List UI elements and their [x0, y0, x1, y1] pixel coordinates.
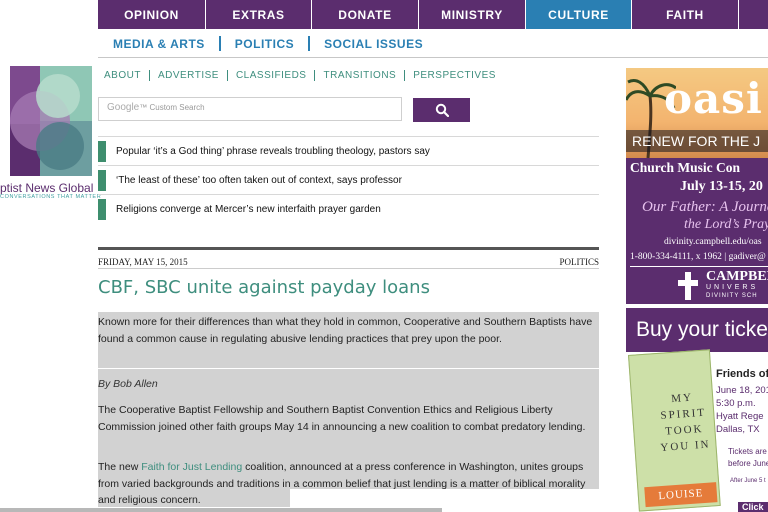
- book-cover-image: MY SPIRIT TOOK YOU IN LOUISE TROH: [628, 349, 721, 512]
- article-byline: By Bob Allen: [98, 378, 158, 390]
- nav-tab-faith[interactable]: FAITH: [632, 0, 739, 29]
- nav-tab-donate[interactable]: DONATE: [312, 0, 419, 29]
- headline-marker: [98, 170, 106, 191]
- headline-link[interactable]: Popular ‘it’s a God thing’ phrase reveal…: [116, 146, 430, 157]
- util-divider: [226, 70, 228, 81]
- sub-nav: MEDIA & ARTS POLITICS SOCIAL ISSUES: [0, 29, 768, 58]
- headline-list: Popular ‘it’s a God thing’ phrase reveal…: [98, 136, 599, 223]
- subnav-politics[interactable]: POLITICS: [235, 37, 294, 51]
- ad-line: July 13-15, 20: [680, 179, 763, 194]
- ad-rule: [630, 266, 768, 267]
- search-placeholder: Custom Search: [149, 103, 205, 112]
- article-section[interactable]: POLITICS: [559, 257, 599, 267]
- util-perspectives[interactable]: PERSPECTIVES: [413, 70, 496, 81]
- ad-line: the Lord’s Pray: [684, 217, 768, 232]
- search-brand: Google: [107, 102, 140, 113]
- tickets-ad[interactable]: Buy your ticket MY SPIRIT TOOK YOU IN LO…: [626, 308, 768, 512]
- ad-tickets-note: Tickets are before June: [728, 447, 768, 468]
- util-advertise[interactable]: ADVERTISE: [158, 70, 219, 81]
- oasis-ad[interactable]: oasi RENEW FOR THE J Church Music Con Ju…: [626, 68, 768, 304]
- article-date: FRIDAY, MAY 15, 2015: [98, 257, 188, 267]
- ad-click-button[interactable]: Click: [738, 502, 768, 512]
- headline-marker: [98, 199, 106, 220]
- nav-tab-opinion[interactable]: OPINION: [98, 0, 206, 29]
- ad-line: divinity.campbell.edu/oas: [664, 237, 762, 247]
- ad-school: CAMPBEL: [706, 269, 768, 284]
- book-author: LOUISE TROH: [644, 482, 718, 512]
- site-logo[interactable]: [0, 66, 92, 176]
- nav-tab-extras[interactable]: EXTRAS: [206, 0, 312, 29]
- util-transitions[interactable]: TRANSITIONS: [323, 70, 396, 81]
- nav-tab-culture[interactable]: CULTURE: [526, 0, 632, 29]
- subnav-divider: [218, 36, 221, 51]
- article-paragraph: The Cooperative Baptist Fellowship and S…: [98, 404, 586, 433]
- horizontal-scrollbar[interactable]: [0, 508, 442, 512]
- faith-for-just-lending-link[interactable]: Faith for Just Lending: [141, 461, 242, 473]
- top-nav: OPINION EXTRAS DONATE MINISTRY CULTURE F…: [0, 0, 768, 29]
- nav-tab-ministry[interactable]: MINISTRY: [419, 0, 526, 29]
- util-divider: [314, 70, 316, 81]
- ad-renew-banner: RENEW FOR THE J: [626, 130, 768, 152]
- headline-link[interactable]: ‘The least of these’ too often taken out…: [116, 175, 402, 186]
- search-button[interactable]: [413, 98, 470, 122]
- article-title: CBF, SBC unite against payday loans: [98, 277, 430, 298]
- cross-icon: [678, 272, 698, 300]
- article-lede: Known more for their differences than wh…: [98, 312, 599, 368]
- nav-tab-overflow[interactable]: [739, 0, 768, 29]
- ad-line: Church Music Con: [630, 160, 741, 175]
- utility-nav: ABOUT ADVERTISE CLASSIFIEDS TRANSITIONS …: [104, 70, 496, 81]
- subnav-divider: [308, 36, 311, 51]
- subnav-media-arts[interactable]: MEDIA & ARTS: [113, 37, 205, 51]
- book-title: MY SPIRIT TOOK YOU IN: [660, 391, 711, 454]
- headline-item[interactable]: Religions converge at Mercer’s new inter…: [98, 194, 599, 223]
- util-divider: [404, 70, 406, 81]
- ad-school-sub: DIVINITY SCH: [706, 293, 758, 299]
- ad-line: Our Father: A Journey: [642, 199, 768, 215]
- headline-item[interactable]: ‘The least of these’ too often taken out…: [98, 165, 599, 194]
- search-icon: [435, 103, 449, 117]
- subnav-social-issues[interactable]: SOCIAL ISSUES: [324, 37, 423, 51]
- util-classifieds[interactable]: CLASSIFIEDS: [236, 70, 307, 81]
- paragraph-text: The new: [98, 461, 142, 473]
- dateline-rule: [98, 268, 599, 269]
- search-input[interactable]: Google™ Custom Search: [98, 97, 402, 121]
- headline-marker: [98, 141, 106, 162]
- ad-after-note: After June 5 t: [730, 478, 766, 484]
- ad-school-sub: UNIVERS: [706, 284, 759, 291]
- logo-tagline: CONVERSATIONS THAT MATTER: [0, 194, 102, 200]
- ad-oasis-word: oasi: [664, 74, 763, 123]
- ad-event-info: June 18, 201 5:30 p.m. Hyatt Rege Dallas…: [716, 385, 768, 435]
- logo-name: ptist News Global: [0, 181, 94, 195]
- ad-event-title: Friends of: [716, 368, 768, 380]
- article-paragraph: The new Faith for Just Lending coalition…: [98, 459, 599, 509]
- headline-item[interactable]: Popular ‘it’s a God thing’ phrase reveal…: [98, 136, 599, 165]
- subnav-rule: [98, 57, 768, 58]
- article-dateline: FRIDAY, MAY 15, 2015 POLITICS: [98, 247, 599, 267]
- ad-line: 1-800-334-4111, x 1962 | gadiver@: [630, 252, 766, 262]
- util-about[interactable]: ABOUT: [104, 70, 141, 81]
- ad-headline: Buy your ticket: [636, 318, 768, 341]
- util-divider: [148, 70, 150, 81]
- headline-link[interactable]: Religions converge at Mercer’s new inter…: [116, 204, 381, 215]
